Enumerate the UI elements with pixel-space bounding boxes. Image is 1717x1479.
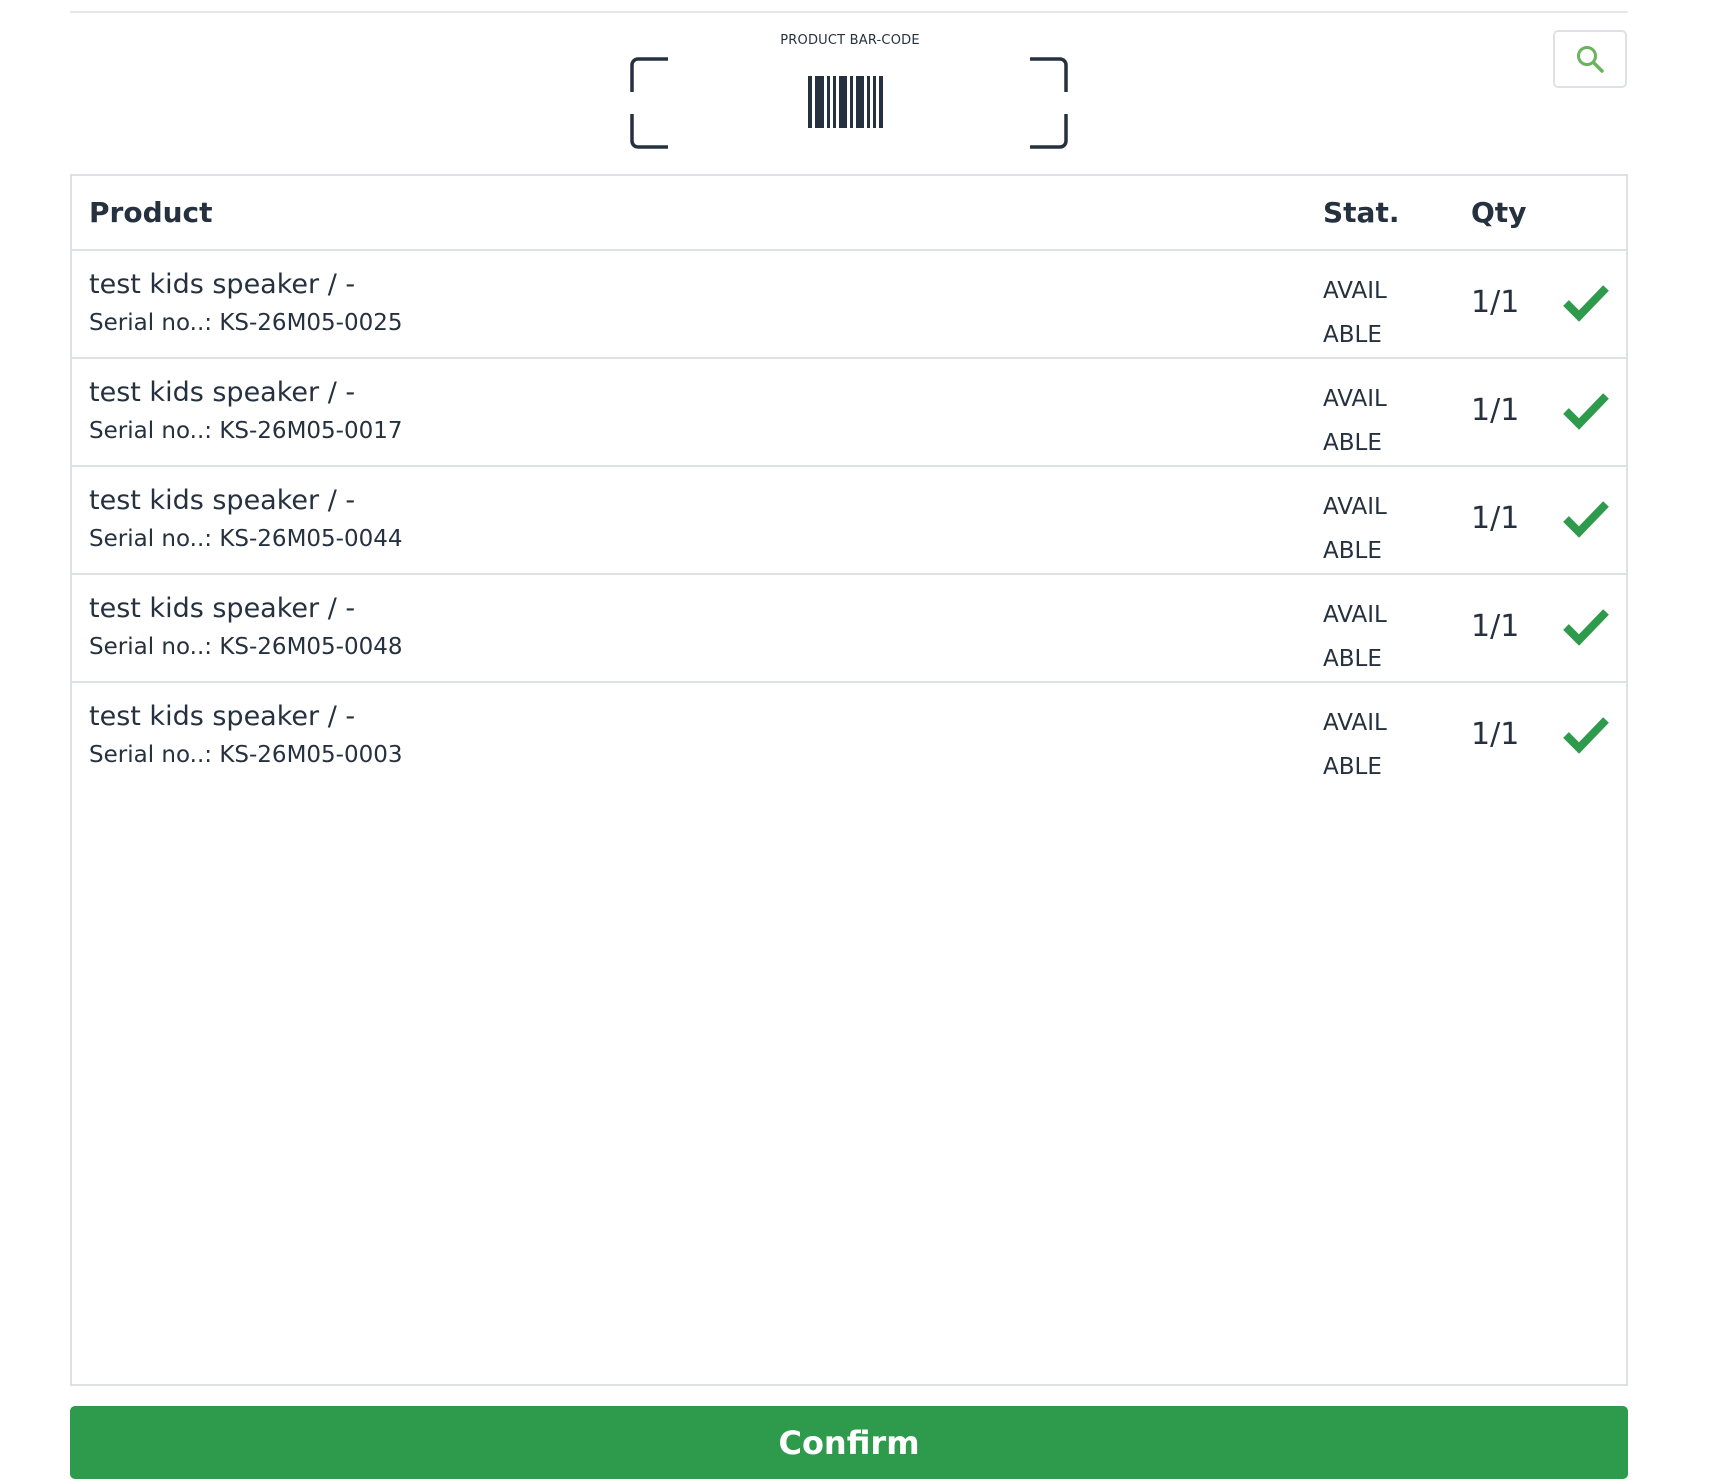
quantity: 1/1	[1471, 393, 1520, 428]
confirm-button[interactable]: Confirm	[70, 1406, 1628, 1479]
table-row[interactable]: test kids speaker / - Serial no..: KS-26…	[72, 467, 1626, 575]
quantity: 1/1	[1471, 501, 1520, 536]
table-header: Product Stat. Qty	[72, 176, 1626, 251]
check-icon	[1563, 501, 1609, 538]
serial-number: Serial no..: KS-26M05-0044	[89, 526, 403, 552]
serial-number: Serial no..: KS-26M05-0017	[89, 418, 403, 444]
quantity: 1/1	[1471, 285, 1520, 320]
table-row[interactable]: test kids speaker / - Serial no..: KS-26…	[72, 359, 1626, 467]
check-icon	[1563, 285, 1609, 322]
quantity: 1/1	[1471, 717, 1520, 752]
check-icon	[1563, 717, 1609, 754]
status-badge: AVAILABLE	[1323, 494, 1387, 564]
barcode-icon	[630, 57, 1068, 149]
serial-number: Serial no..: KS-26M05-0003	[89, 742, 403, 768]
check-icon	[1563, 393, 1609, 430]
top-divider	[70, 11, 1628, 13]
search-icon	[1577, 46, 1604, 73]
check-icon	[1563, 609, 1609, 646]
quantity: 1/1	[1471, 609, 1520, 644]
header-product: Product	[89, 196, 213, 229]
product-name: test kids speaker / -	[89, 269, 356, 300]
product-name: test kids speaker / -	[89, 593, 356, 624]
status-badge: AVAILABLE	[1323, 710, 1387, 780]
serial-number: Serial no..: KS-26M05-0048	[89, 634, 403, 660]
product-name: test kids speaker / -	[89, 377, 356, 408]
table-row[interactable]: test kids speaker / - Serial no..: KS-26…	[72, 683, 1626, 789]
status-badge: AVAILABLE	[1323, 278, 1387, 348]
serial-number: Serial no..: KS-26M05-0025	[89, 310, 403, 336]
scanner-label: PRODUCT BAR-CODE	[780, 33, 920, 48]
product-name: test kids speaker / -	[89, 701, 356, 732]
barcode-scanner[interactable]: PRODUCT BAR-CODE	[630, 30, 1070, 150]
header-qty: Qty	[1471, 196, 1527, 229]
header-status: Stat.	[1323, 196, 1400, 229]
search-button[interactable]	[1553, 30, 1627, 88]
status-badge: AVAILABLE	[1323, 386, 1387, 456]
table-row[interactable]: test kids speaker / - Serial no..: KS-26…	[72, 575, 1626, 683]
status-badge: AVAILABLE	[1323, 602, 1387, 672]
product-table: Product Stat. Qty test kids speaker / - …	[70, 174, 1628, 1386]
product-name: test kids speaker / -	[89, 485, 356, 516]
table-row[interactable]: test kids speaker / - Serial no..: KS-26…	[72, 251, 1626, 359]
